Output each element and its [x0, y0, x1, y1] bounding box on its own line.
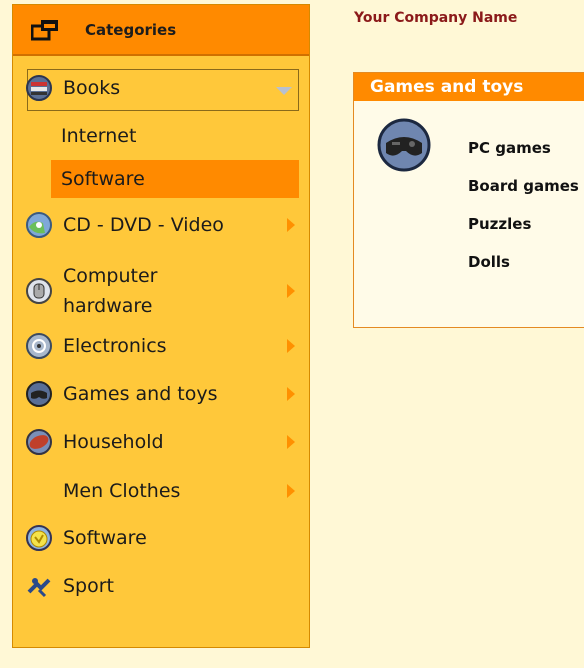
- chevron-right-icon: [287, 387, 295, 401]
- cd-dvd-icon: [26, 212, 52, 238]
- blank-icon: [25, 477, 53, 505]
- sidebar-item-label: Books: [63, 77, 121, 99]
- sidebar-item-software[interactable]: Software: [26, 524, 299, 552]
- sidebar-item-label: Electronics: [63, 335, 167, 357]
- link-board-games[interactable]: Board games: [468, 167, 579, 205]
- gamepad-icon: [26, 381, 52, 407]
- company-name[interactable]: Your Company Name: [354, 10, 517, 26]
- sport-icon: [27, 578, 51, 598]
- sidebar-title: Categories: [85, 20, 177, 39]
- sidebar-item-label: Software: [63, 527, 147, 549]
- link-puzzles[interactable]: Puzzles: [468, 205, 579, 243]
- electronics-icon: [26, 333, 52, 359]
- sidebar-item-label: CD - DVD - Video: [63, 214, 224, 236]
- sidebar-item-cd-dvd-video[interactable]: CD - DVD - Video: [26, 211, 299, 239]
- chevron-right-icon: [287, 435, 295, 449]
- sidebar-item-label: Men Clothes: [63, 480, 181, 502]
- link-pc-games[interactable]: PC games: [468, 129, 579, 167]
- sidebar-subitem-internet[interactable]: Internet: [51, 117, 299, 155]
- subitem-label: Internet: [61, 125, 137, 147]
- sidebar-item-games-and-toys[interactable]: Games and toys: [26, 380, 299, 408]
- sidebar-item-label: Computer hardware: [63, 265, 158, 317]
- category-sidebar: Categories Books Internet Software CD - …: [12, 4, 310, 648]
- sidebar-subitem-software[interactable]: Software: [51, 160, 299, 198]
- sidebar-header: Categories: [13, 5, 309, 56]
- household-icon: [26, 429, 52, 455]
- subcategory-links: PC games Board games Puzzles Dolls: [468, 129, 579, 281]
- computer-hardware-icon: [26, 278, 52, 304]
- chevron-right-icon: [287, 484, 295, 498]
- sidebar-item-household[interactable]: Household: [26, 428, 299, 456]
- chevron-right-icon: [287, 284, 295, 298]
- gamepad-icon: [377, 118, 431, 172]
- sidebar-item-label: Sport: [63, 575, 115, 597]
- link-dolls[interactable]: Dolls: [468, 243, 579, 281]
- sidebar-item-computer-hardware[interactable]: Computer hardware: [26, 261, 299, 321]
- sidebar-item-books[interactable]: Books: [26, 74, 299, 102]
- sidebar-item-electronics[interactable]: Electronics: [26, 332, 299, 360]
- sidebar-item-men-clothes[interactable]: Men Clothes: [27, 477, 299, 505]
- panel-title: Games and toys: [354, 73, 584, 101]
- software-icon: [26, 525, 52, 551]
- chevron-right-icon: [287, 339, 295, 353]
- sidebar-item-sport[interactable]: Sport: [27, 572, 299, 600]
- chevron-right-icon: [287, 218, 295, 232]
- subitem-label: Software: [61, 168, 145, 190]
- sidebar-item-label: Household: [63, 431, 164, 453]
- books-icon: [26, 75, 52, 101]
- category-panel: Games and toys PC games Board games Puzz…: [353, 72, 584, 328]
- windows-icon: [31, 19, 58, 40]
- sidebar-item-label: Games and toys: [63, 383, 218, 405]
